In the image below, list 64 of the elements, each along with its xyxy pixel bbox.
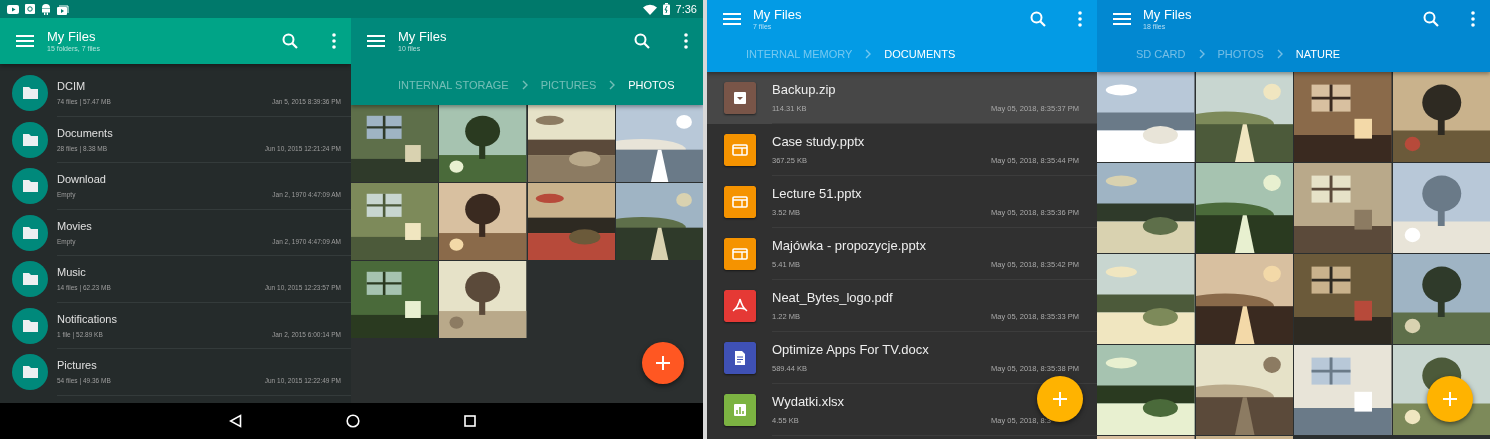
folder-icon: [12, 307, 48, 344]
chevron-icon: [1276, 49, 1283, 59]
folder-name[interactable]: Notifications: [57, 312, 117, 326]
file-name: Majówka - propozycje.pptx: [772, 238, 926, 254]
pdf-icon: [724, 290, 756, 322]
file-name: Lecture 51.pptx: [772, 186, 862, 202]
wifi-icon: [642, 3, 657, 15]
breadcrumb-item[interactable]: PHOTOS: [628, 78, 675, 91]
chart-icon: [724, 394, 756, 426]
folder-icon: [12, 354, 48, 391]
menu-icon[interactable]: [16, 35, 34, 47]
folder-name[interactable]: DCIM: [57, 80, 86, 94]
more-icon[interactable]: [1471, 11, 1475, 27]
home-icon[interactable]: [346, 414, 360, 428]
chevron-icon: [1198, 49, 1205, 59]
folder-icon: [12, 261, 48, 298]
folder-name[interactable]: Movies: [57, 219, 92, 233]
breadcrumb-item[interactable]: NATURE: [1295, 48, 1341, 60]
more-icon[interactable]: [684, 33, 688, 49]
folder-name[interactable]: Pictures: [57, 359, 97, 373]
robot-icon: [41, 3, 51, 15]
clock-time: 7:36: [675, 3, 697, 15]
media-icon: [57, 3, 69, 15]
file-name: Neat_Bytes_logo.pdf: [772, 290, 893, 306]
file-name: Optimize Apps For TV.docx: [772, 342, 929, 358]
app-title: My Files: [1143, 7, 1193, 22]
back-icon[interactable]: [229, 414, 242, 428]
folder-icon: [12, 75, 48, 112]
menu-icon[interactable]: [367, 35, 385, 47]
folder-name[interactable]: Download: [57, 173, 106, 187]
app-title: My Files: [398, 29, 448, 44]
plus-icon: [655, 355, 671, 371]
slides-icon: [724, 134, 756, 166]
file-name: Case study.pptx: [772, 134, 865, 150]
document-icon: [724, 342, 756, 374]
more-icon[interactable]: [332, 33, 336, 49]
plus-icon: [1442, 391, 1458, 407]
folder-icon: [12, 121, 48, 158]
folder-icon: [12, 214, 48, 251]
plus-icon: [1052, 391, 1068, 407]
app-icon: [25, 4, 35, 14]
menu-icon[interactable]: [723, 13, 741, 25]
folder-icon: [12, 168, 48, 205]
menu-icon[interactable]: [1113, 13, 1131, 25]
search-icon[interactable]: [1030, 11, 1046, 27]
search-icon[interactable]: [282, 33, 298, 49]
battery-icon: [662, 3, 670, 15]
more-icon[interactable]: [1078, 11, 1082, 27]
chevron-icon: [865, 49, 872, 59]
search-icon[interactable]: [634, 33, 650, 49]
app-title: My Files: [753, 7, 803, 22]
slides-icon: [724, 186, 756, 218]
folder-name[interactable]: Documents: [57, 126, 113, 140]
slides-icon: [724, 238, 756, 270]
file-name: Wydatki.xlsx: [772, 394, 845, 410]
file-name: Backup.zip: [772, 82, 836, 98]
search-icon[interactable]: [1423, 11, 1439, 27]
play-icon: [7, 4, 19, 14]
folder-name[interactable]: Music: [57, 266, 86, 280]
chevron-icon: [609, 79, 616, 90]
app-title: My Files: [47, 29, 97, 44]
recents-icon[interactable]: [464, 415, 476, 427]
archive-icon: [724, 82, 756, 114]
chevron-icon: [521, 79, 528, 90]
